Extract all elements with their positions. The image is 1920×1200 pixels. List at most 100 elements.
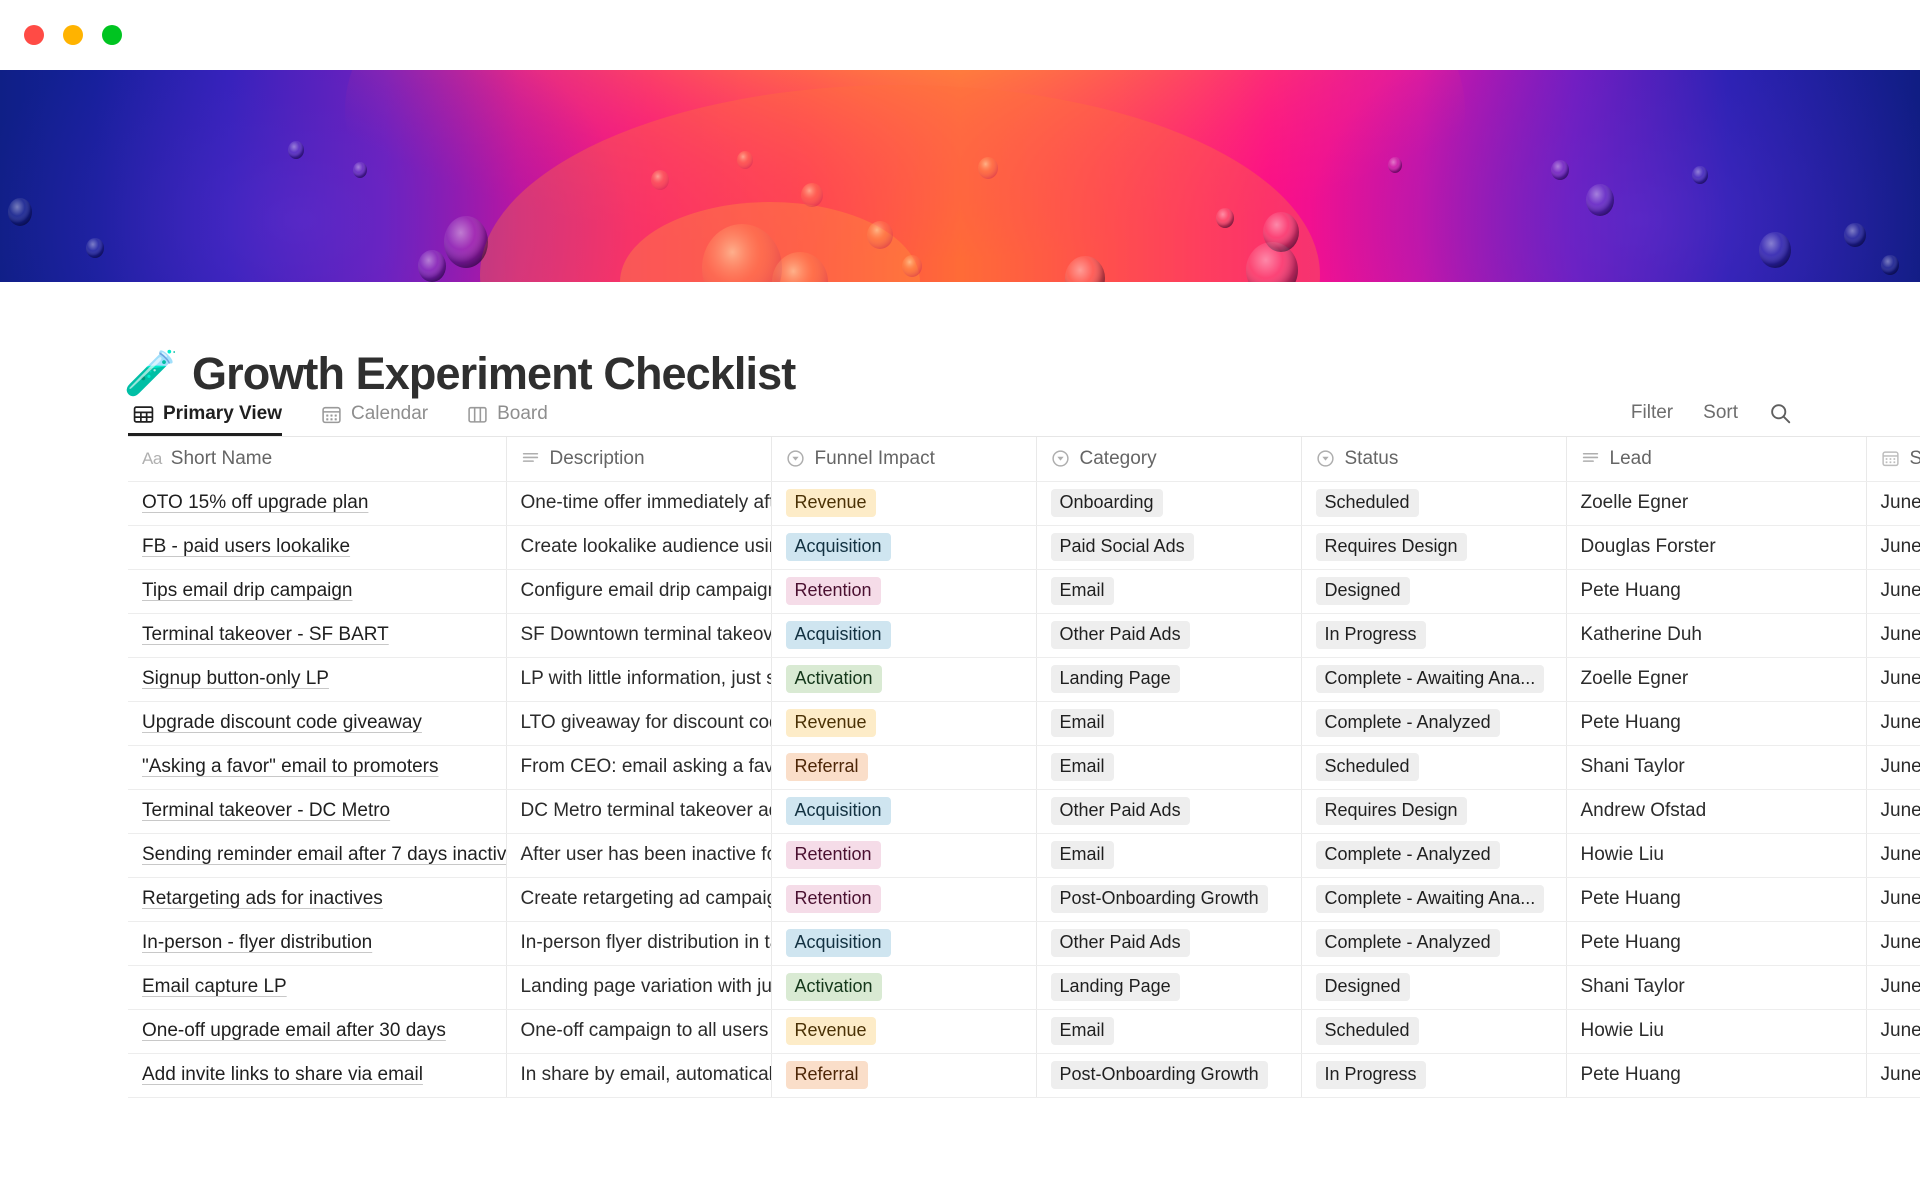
cell-lead[interactable]: Pete Huang: [1566, 877, 1866, 921]
cell-funnel-impact[interactable]: Acquisition: [771, 613, 1036, 657]
tab-board[interactable]: Board: [462, 403, 562, 436]
cell-description[interactable]: One-off campaign to all users after 30 d…: [506, 1009, 771, 1053]
tab-calendar[interactable]: Calendar: [316, 403, 442, 436]
cell-status[interactable]: Complete - Awaiting Ana...: [1301, 877, 1566, 921]
cell-status[interactable]: Scheduled: [1301, 1009, 1566, 1053]
cell-start[interactable]: June 5, 2019: [1866, 833, 1920, 877]
cell-status[interactable]: Complete - Awaiting Ana...: [1301, 657, 1566, 701]
cell-status[interactable]: Scheduled: [1301, 745, 1566, 789]
table-row[interactable]: FB - paid users lookalike Create lookalik…: [128, 525, 1920, 569]
cell-funnel-impact[interactable]: Revenue: [771, 701, 1036, 745]
cell-short-name[interactable]: OTO 15% off upgrade plan: [128, 481, 506, 525]
column-header-category[interactable]: Category: [1036, 437, 1301, 481]
cell-lead[interactable]: Howie Liu: [1566, 1009, 1866, 1053]
cell-lead[interactable]: Zoelle Egner: [1566, 657, 1866, 701]
cell-lead[interactable]: Shani Taylor: [1566, 965, 1866, 1009]
record-name-link[interactable]: Terminal takeover - DC Metro: [142, 800, 390, 821]
cell-start[interactable]: June 5, 2019: [1866, 657, 1920, 701]
maximize-window-button[interactable]: [102, 25, 122, 45]
cell-category[interactable]: Email: [1036, 569, 1301, 613]
tab-primary-view[interactable]: Primary View: [128, 403, 296, 436]
cell-description[interactable]: After user has been inactive for 7 days: [506, 833, 771, 877]
cell-funnel-impact[interactable]: Retention: [771, 833, 1036, 877]
record-name-link[interactable]: One-off upgrade email after 30 days: [142, 1020, 446, 1041]
cell-short-name[interactable]: FB - paid users lookalike: [128, 525, 506, 569]
cell-funnel-impact[interactable]: Referral: [771, 745, 1036, 789]
cell-funnel-impact[interactable]: Acquisition: [771, 789, 1036, 833]
column-header-lead[interactable]: Lead: [1566, 437, 1866, 481]
cell-lead[interactable]: Pete Huang: [1566, 569, 1866, 613]
cell-category[interactable]: Post-Onboarding Growth: [1036, 1053, 1301, 1097]
table-row[interactable]: Retargeting ads for inactives Create reta…: [128, 877, 1920, 921]
cell-status[interactable]: Requires Design: [1301, 789, 1566, 833]
filter-button[interactable]: Filter: [1631, 402, 1673, 424]
cell-short-name[interactable]: Sending reminder email after 7 days inac…: [128, 833, 506, 877]
cell-description[interactable]: In-person flyer distribution in target a…: [506, 921, 771, 965]
record-name-link[interactable]: Terminal takeover - SF BART: [142, 624, 389, 645]
cell-short-name[interactable]: Add invite links to share via email: [128, 1053, 506, 1097]
cell-start[interactable]: June 5, 2019: [1866, 877, 1920, 921]
table-row[interactable]: Terminal takeover - SF BART SF Downtown t…: [128, 613, 1920, 657]
cell-status[interactable]: In Progress: [1301, 613, 1566, 657]
column-header-start[interactable]: Start: [1866, 437, 1920, 481]
cell-short-name[interactable]: Terminal takeover - DC Metro: [128, 789, 506, 833]
cell-status[interactable]: Complete - Analyzed: [1301, 921, 1566, 965]
cell-status[interactable]: Complete - Analyzed: [1301, 701, 1566, 745]
cell-lead[interactable]: Pete Huang: [1566, 1053, 1866, 1097]
cell-lead[interactable]: Zoelle Egner: [1566, 481, 1866, 525]
record-name-link[interactable]: Retargeting ads for inactives: [142, 888, 383, 909]
cell-category[interactable]: Landing Page: [1036, 657, 1301, 701]
cell-funnel-impact[interactable]: Acquisition: [771, 921, 1036, 965]
record-name-link[interactable]: FB - paid users lookalike: [142, 536, 350, 557]
table-row[interactable]: In-person - flyer distributionIn-person …: [128, 921, 1920, 965]
cell-start[interactable]: June 5, 2019: [1866, 921, 1920, 965]
record-name-link[interactable]: Sending reminder email after 7 days inac…: [142, 844, 506, 865]
cell-start[interactable]: June 5, 2019: [1866, 1053, 1920, 1097]
column-header-funnel-impact[interactable]: Funnel Impact: [771, 437, 1036, 481]
table-row[interactable]: Add invite links to share via emailIn sh…: [128, 1053, 1920, 1097]
cell-start[interactable]: June 5, 2019: [1866, 613, 1920, 657]
table-row[interactable]: "Asking a favor" email to promoters From …: [128, 745, 1920, 789]
cell-category[interactable]: Email: [1036, 833, 1301, 877]
column-header-short-name[interactable]: Aa Short Name: [128, 437, 506, 481]
cell-status[interactable]: Complete - Analyzed: [1301, 833, 1566, 877]
cell-short-name[interactable]: One-off upgrade email after 30 days: [128, 1009, 506, 1053]
table-row[interactable]: Signup button-only LPLP with little info…: [128, 657, 1920, 701]
column-header-description[interactable]: Description: [506, 437, 771, 481]
table-row[interactable]: Email capture LPLanding page variation w…: [128, 965, 1920, 1009]
cell-category[interactable]: Other Paid Ads: [1036, 613, 1301, 657]
cell-category[interactable]: Email: [1036, 701, 1301, 745]
cell-lead[interactable]: Andrew Ofstad: [1566, 789, 1866, 833]
cell-start[interactable]: June 5, 2019: [1866, 1009, 1920, 1053]
table-row[interactable]: Upgrade discount code giveawayLTO giveaw…: [128, 701, 1920, 745]
cell-start[interactable]: June 5, 2019: [1866, 481, 1920, 525]
record-name-link[interactable]: "Asking a favor" email to promoters: [142, 756, 439, 777]
cell-category[interactable]: Post-Onboarding Growth: [1036, 877, 1301, 921]
table-row[interactable]: Tips email drip campaignConfigure email …: [128, 569, 1920, 613]
cell-lead[interactable]: Pete Huang: [1566, 701, 1866, 745]
cell-short-name[interactable]: Email capture LP: [128, 965, 506, 1009]
cell-description[interactable]: SF Downtown terminal takeover ad buy: [506, 613, 771, 657]
cell-funnel-impact[interactable]: Acquisition: [771, 525, 1036, 569]
cell-status[interactable]: Designed: [1301, 965, 1566, 1009]
cell-description[interactable]: LTO giveaway for discount code upgrade: [506, 701, 771, 745]
table-row[interactable]: One-off upgrade email after 30 days One-o…: [128, 1009, 1920, 1053]
cell-lead[interactable]: Shani Taylor: [1566, 745, 1866, 789]
cell-funnel-impact[interactable]: Referral: [771, 1053, 1036, 1097]
records-table-scroll[interactable]: Aa Short Name: [128, 436, 1920, 1098]
cell-description[interactable]: From CEO: email asking a favor of promot…: [506, 745, 771, 789]
cell-category[interactable]: Onboarding: [1036, 481, 1301, 525]
close-window-button[interactable]: [24, 25, 44, 45]
cell-description[interactable]: Create retargeting ad campaign for inact…: [506, 877, 771, 921]
cell-funnel-impact[interactable]: Revenue: [771, 1009, 1036, 1053]
cell-lead[interactable]: Howie Liu: [1566, 833, 1866, 877]
cell-description[interactable]: Create lookalike audience using paid use…: [506, 525, 771, 569]
record-name-link[interactable]: OTO 15% off upgrade plan: [142, 492, 368, 513]
cell-funnel-impact[interactable]: Retention: [771, 877, 1036, 921]
record-name-link[interactable]: Tips email drip campaign: [142, 580, 353, 601]
cell-status[interactable]: Scheduled: [1301, 481, 1566, 525]
table-row[interactable]: Terminal takeover - DC MetroDC Metro ter…: [128, 789, 1920, 833]
cell-short-name[interactable]: In-person - flyer distribution: [128, 921, 506, 965]
cell-funnel-impact[interactable]: Revenue: [771, 481, 1036, 525]
cell-lead[interactable]: Pete Huang: [1566, 921, 1866, 965]
